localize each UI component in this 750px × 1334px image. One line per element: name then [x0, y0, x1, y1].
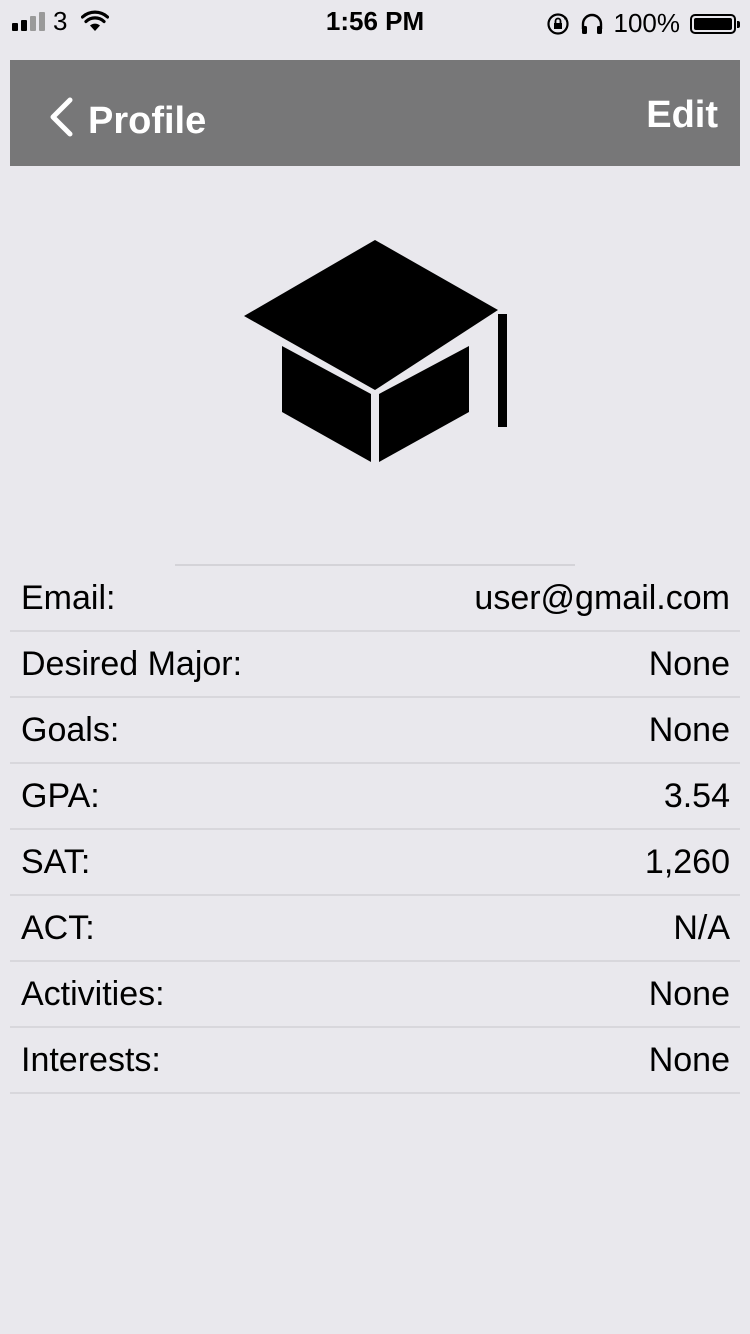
status-bar-right: 100% [546, 8, 740, 39]
sat-value: 1,260 [644, 842, 730, 881]
row-interests: Interests: None [10, 1028, 740, 1094]
navigation-bar: Profile Edit [10, 60, 740, 166]
row-sat: SAT: 1,260 [10, 830, 740, 896]
sat-label: SAT: [21, 842, 91, 881]
act-label: ACT: [21, 908, 95, 947]
row-activities: Activities: None [10, 962, 740, 1028]
headphones-icon [581, 13, 602, 34]
desired-major-value: None [648, 644, 730, 683]
gpa-label: GPA: [21, 776, 100, 815]
battery-percent: 100% [613, 8, 681, 38]
rotation-lock-icon [546, 12, 569, 35]
back-button-label: Profile [88, 100, 207, 142]
act-value: N/A [673, 908, 730, 947]
goals-value: None [648, 710, 730, 749]
row-gpa: GPA: 3.54 [10, 764, 740, 830]
graduation-cap-icon [244, 240, 507, 462]
desired-major-label: Desired Major: [21, 644, 243, 683]
interests-value: None [648, 1040, 730, 1079]
email-value: user@gmail.com [474, 578, 730, 617]
row-act: ACT: N/A [10, 896, 740, 962]
back-button[interactable]: Profile [48, 90, 206, 143]
chevron-left-icon [50, 97, 73, 136]
activities-value: None [648, 974, 730, 1013]
row-goals: Goals: None [10, 698, 740, 764]
edit-button[interactable]: Edit [646, 94, 718, 137]
status-bar: 3 1:56 PM 100% [0, 0, 750, 40]
battery-icon [690, 13, 740, 34]
row-desired-major: Desired Major: None [10, 632, 740, 698]
row-email: Email: user@gmail.com [10, 566, 740, 632]
goals-label: Goals: [21, 710, 120, 749]
email-label: Email: [21, 578, 116, 617]
profile-list: Email: user@gmail.com Desired Major: Non… [10, 566, 740, 1094]
interests-label: Interests: [21, 1040, 161, 1079]
activities-label: Activities: [21, 974, 165, 1013]
gpa-value: 3.54 [663, 776, 730, 815]
